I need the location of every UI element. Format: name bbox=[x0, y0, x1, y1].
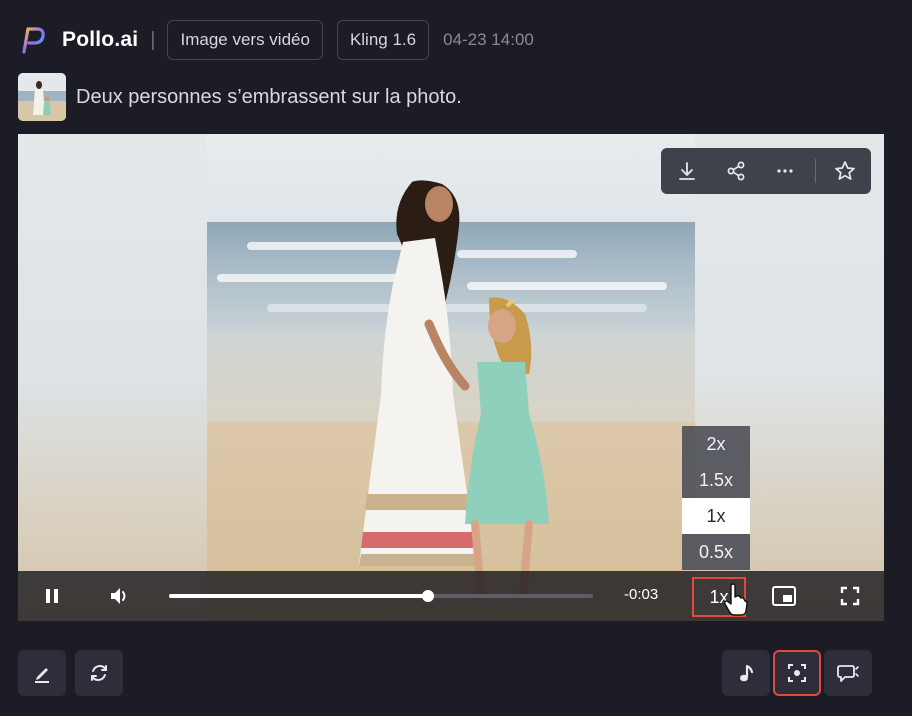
people-illustration bbox=[359, 180, 549, 598]
more-icon bbox=[777, 169, 793, 173]
focus-frame-icon bbox=[788, 664, 806, 682]
edit-button[interactable] bbox=[18, 650, 66, 696]
hand-cursor-icon bbox=[724, 583, 748, 616]
pause-icon bbox=[46, 589, 58, 603]
brand-name: Pollo.ai bbox=[62, 28, 139, 51]
progress-bar[interactable] bbox=[169, 590, 593, 602]
video-blur-left bbox=[18, 134, 208, 621]
speed-menu: 2x 1.5x 1x 0.5x bbox=[682, 426, 750, 570]
download-icon bbox=[678, 162, 695, 180]
music-note-icon bbox=[740, 664, 754, 682]
timestamp: 04-23 14:00 bbox=[443, 30, 534, 49]
volume-button[interactable] bbox=[100, 576, 140, 616]
fullscreen-button[interactable] bbox=[830, 576, 870, 616]
pollo-logo-icon bbox=[22, 27, 45, 54]
header: Pollo.ai | Image vers vidéo Kling 1.6 04… bbox=[18, 20, 534, 60]
video-frame bbox=[207, 134, 695, 621]
star-icon bbox=[835, 161, 856, 180]
prompt-row: Deux personnes s’embrassent sur la photo… bbox=[18, 73, 462, 121]
download-button[interactable] bbox=[667, 151, 706, 191]
volume-icon bbox=[111, 588, 126, 604]
add-music-button[interactable] bbox=[722, 650, 770, 696]
progress-fill bbox=[169, 594, 428, 598]
actions-divider bbox=[814, 159, 816, 183]
speed-option-0-5x[interactable]: 0.5x bbox=[682, 534, 750, 570]
header-separator: | bbox=[150, 28, 156, 51]
video-player[interactable]: 2x 1.5x 1x 0.5x -0:03 1x bbox=[18, 134, 884, 621]
mode-chip[interactable]: Image vers vidéo bbox=[167, 20, 323, 60]
more-button[interactable] bbox=[766, 151, 805, 191]
upscale-button[interactable] bbox=[773, 650, 821, 696]
fullscreen-icon bbox=[840, 586, 860, 606]
progress-knob[interactable] bbox=[421, 590, 434, 602]
refresh-icon bbox=[91, 664, 107, 682]
favorite-button[interactable] bbox=[826, 151, 865, 191]
regenerate-button[interactable] bbox=[75, 650, 123, 696]
video-controls: -0:03 1x bbox=[18, 571, 884, 621]
speed-option-2x[interactable]: 2x bbox=[682, 426, 750, 462]
picture-in-picture-icon bbox=[772, 586, 796, 606]
video-actions-bar bbox=[661, 148, 871, 194]
picture-in-picture-button[interactable] bbox=[764, 576, 804, 616]
speed-option-1-5x[interactable]: 1.5x bbox=[682, 462, 750, 498]
share-button[interactable] bbox=[716, 151, 755, 191]
time-remaining: -0:03 bbox=[624, 586, 659, 603]
speed-option-1x[interactable]: 1x bbox=[682, 498, 750, 534]
pause-button[interactable] bbox=[32, 576, 72, 616]
source-image-thumbnail[interactable] bbox=[18, 73, 66, 121]
model-chip[interactable]: Kling 1.6 bbox=[336, 20, 430, 60]
lip-sync-button[interactable] bbox=[824, 650, 872, 696]
pencil-icon bbox=[35, 668, 49, 683]
speech-bubble-icon bbox=[837, 665, 859, 682]
share-icon bbox=[727, 161, 745, 181]
prompt-text: Deux personnes s’embrassent sur la photo… bbox=[76, 85, 462, 108]
